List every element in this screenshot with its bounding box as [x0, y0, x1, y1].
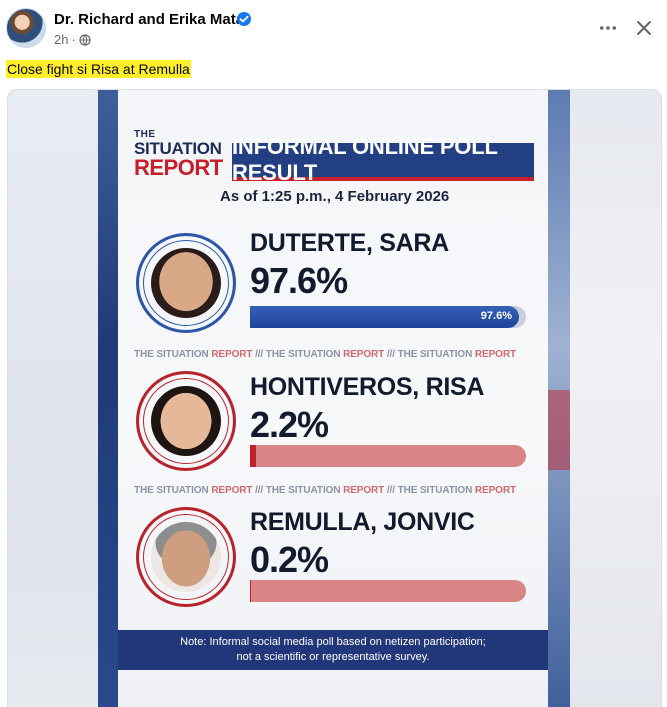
candidate-name: DUTERTE, SARA: [250, 229, 449, 257]
poll-as-of: As of 1:25 p.m., 4 February 2026: [220, 188, 450, 205]
poll-graphic: THE SITUATION REPORT INFORMAL ONLINE POL…: [98, 90, 570, 707]
candidate-photo-hontiveros: [136, 371, 236, 471]
candidate-bar-fill: [250, 306, 520, 328]
author-name[interactable]: Dr. Richard and Erika Mata: [54, 11, 244, 28]
post-header: Dr. Richard and Erika Mata 2h ·: [0, 0, 667, 60]
card-edge-right: [548, 90, 570, 707]
candidate-photo-duterte: [136, 233, 236, 333]
close-icon: [637, 21, 651, 35]
logo-report: REPORT: [134, 155, 223, 180]
candidate-photo-remulla: [136, 507, 236, 607]
post-media[interactable]: THE SITUATION REPORT INFORMAL ONLINE POL…: [7, 89, 662, 707]
candidate-bar-fill: [250, 580, 251, 602]
disclaimer-line-2: not a scientific or representative surve…: [236, 651, 430, 663]
candidate-percent: 97.6%: [250, 260, 348, 301]
candidate-bar-track: 97.6%: [250, 306, 526, 328]
close-button[interactable]: [630, 14, 658, 42]
author-avatar[interactable]: [6, 8, 46, 48]
poll-title: INFORMAL ONLINE POLL RESULT: [232, 134, 534, 185]
media-blur-right: [566, 90, 661, 707]
verified-badge-icon: [237, 12, 251, 26]
candidate-bar-label: 97.6%: [480, 310, 512, 322]
candidate-bar-fill: [250, 445, 257, 467]
divider-strip: THE SITUATION REPORT /// THE SITUATION R…: [134, 485, 516, 496]
candidate-percent: 0.2%: [250, 539, 329, 580]
candidate-bar-track: [250, 445, 526, 467]
poll-disclaimer: Note: Informal social media poll based o…: [118, 630, 548, 670]
disclaimer-line-1: Note: Informal social media poll based o…: [180, 636, 486, 648]
post-meta: 2h ·: [54, 32, 91, 47]
candidate-name: REMULLA, JONVIC: [250, 508, 475, 536]
post-caption: Close fight si Risa at Remulla: [6, 60, 191, 78]
more-options-button[interactable]: [594, 14, 622, 42]
candidate-bar-track: [250, 580, 526, 602]
meta-separator: ·: [71, 32, 76, 47]
media-blur-left: [8, 90, 98, 707]
candidate-percent: 2.2%: [250, 404, 329, 445]
situation-report-logo: THE SITUATION REPORT: [134, 130, 228, 179]
card-edge-left: [98, 90, 118, 707]
divider-strip: THE SITUATION REPORT /// THE SITUATION R…: [134, 349, 516, 360]
post-time[interactable]: 2h: [54, 32, 68, 47]
more-options-icon: [599, 26, 617, 30]
globe-icon[interactable]: [79, 33, 91, 46]
candidate-name: HONTIVEROS, RISA: [250, 373, 485, 401]
